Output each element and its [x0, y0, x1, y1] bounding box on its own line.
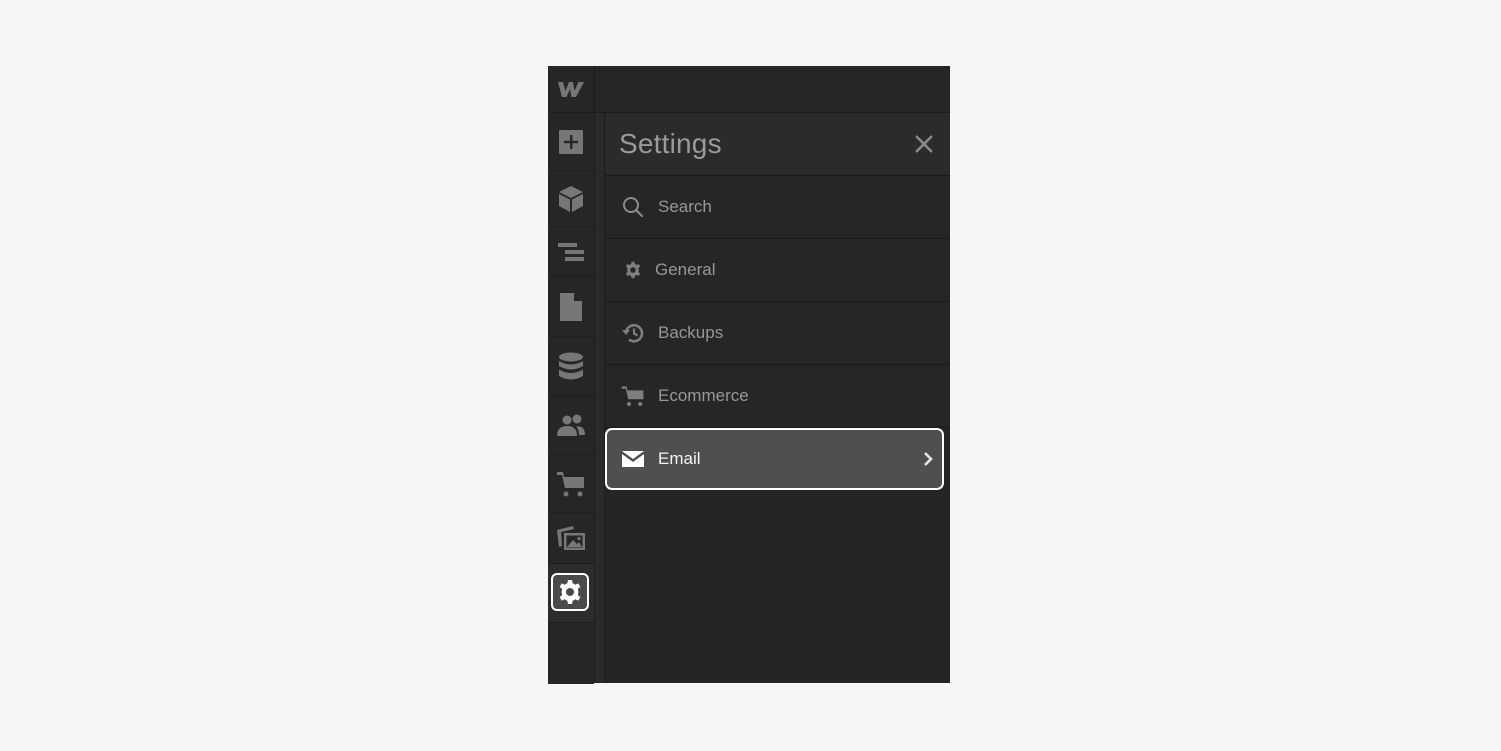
settings-item-email[interactable]: Email	[605, 428, 944, 490]
navigator-icon	[558, 242, 584, 261]
chevron-right-icon	[922, 451, 934, 467]
rail-users-button[interactable]	[548, 397, 594, 455]
settings-panel: Settings Search General Backups Ecommerc…	[605, 113, 950, 683]
rail-components-button[interactable]	[548, 171, 594, 227]
item-label: Ecommerce	[658, 386, 749, 405]
left-toolbar	[548, 66, 595, 684]
settings-search[interactable]: Search	[605, 176, 950, 239]
gear-icon	[559, 580, 581, 604]
close-icon	[915, 135, 933, 153]
rail-settings-button[interactable]	[551, 573, 589, 611]
rail-add-button[interactable]	[548, 113, 594, 171]
search-icon	[621, 195, 645, 219]
rail-pages-button[interactable]	[548, 277, 594, 337]
cube-icon	[559, 185, 583, 212]
rail-navigator-button[interactable]	[548, 227, 594, 277]
envelope-icon	[621, 447, 645, 471]
item-label: General	[655, 260, 716, 279]
panel-title: Settings	[619, 128, 722, 159]
close-button[interactable]	[912, 132, 936, 156]
search-placeholder: Search	[658, 197, 712, 216]
plus-square-icon	[559, 129, 583, 154]
webflow-designer: Settings Search General Backups Ecommerc…	[548, 66, 950, 684]
settings-item-backups[interactable]: Backups	[605, 302, 950, 365]
top-bar	[595, 66, 950, 113]
item-label: Backups	[658, 323, 724, 342]
history-icon	[621, 321, 645, 345]
webflow-logo-icon	[558, 82, 584, 97]
gear-icon	[621, 258, 645, 282]
settings-item-ecommerce[interactable]: Ecommerce	[605, 365, 950, 428]
users-icon	[557, 414, 585, 436]
settings-header: Settings	[605, 113, 950, 176]
cart-icon	[557, 471, 584, 496]
rail-ecommerce-button[interactable]	[548, 455, 594, 513]
webflow-logo[interactable]	[548, 66, 594, 113]
images-icon	[557, 526, 585, 550]
cart-icon	[621, 384, 645, 408]
panel-gutter	[595, 113, 605, 683]
rail-empty-area	[548, 622, 594, 684]
settings-item-general[interactable]: General	[605, 239, 950, 302]
page-icon	[560, 292, 582, 321]
rail-assets-button[interactable]	[548, 513, 594, 564]
rail-cms-button[interactable]	[548, 337, 594, 397]
database-icon	[559, 352, 583, 379]
item-label: Email	[658, 449, 701, 468]
